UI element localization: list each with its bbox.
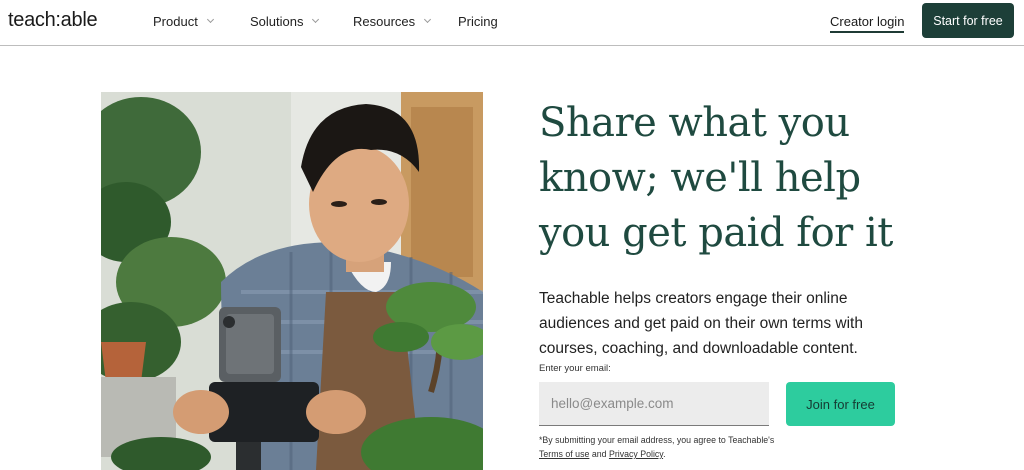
- headline-line-1: Share what you: [539, 100, 850, 146]
- nav-solutions[interactable]: Solutions: [250, 14, 320, 29]
- headline-line-3: you get paid for it: [539, 210, 893, 256]
- chevron-down-icon: [424, 15, 432, 24]
- nav-product-label: Product: [153, 14, 198, 29]
- email-input[interactable]: [539, 382, 769, 426]
- email-label: Enter your email:: [539, 363, 611, 374]
- disclaimer-suffix: .: [663, 449, 666, 459]
- teachable-logo[interactable]: teach:able: [8, 9, 98, 32]
- join-for-free-button[interactable]: Join for free: [786, 382, 895, 426]
- nav-product[interactable]: Product: [153, 14, 214, 29]
- hero-headline: Share what you know; we'll help you get …: [539, 96, 959, 261]
- chevron-down-icon: [312, 15, 320, 24]
- privacy-policy-link[interactable]: Privacy Policy: [609, 449, 663, 459]
- headline-line-2: know; we'll help: [539, 155, 861, 201]
- nav-resources[interactable]: Resources: [353, 14, 432, 29]
- nav-solutions-label: Solutions: [250, 14, 304, 29]
- hero-photo: [101, 92, 483, 470]
- start-for-free-button[interactable]: Start for free: [922, 3, 1014, 38]
- chevron-down-icon: [206, 15, 214, 24]
- email-disclaimer: *By submitting your email address, you a…: [539, 433, 779, 461]
- creator-login-link[interactable]: Creator login: [830, 14, 905, 33]
- creator-recording-photo-icon: [101, 92, 483, 470]
- terms-of-use-link[interactable]: Terms of use: [539, 449, 589, 459]
- disclaimer-and: and: [591, 449, 607, 459]
- disclaimer-prefix: *By submitting your email address, you a…: [539, 435, 775, 445]
- site-header: teach:able Product Solutions Resources P…: [0, 0, 1024, 46]
- nav-resources-label: Resources: [353, 14, 416, 29]
- nav-pricing-label: Pricing: [458, 14, 498, 29]
- nav-pricing[interactable]: Pricing: [458, 14, 498, 29]
- hero-subtext: Teachable helps creators engage their on…: [539, 290, 863, 357]
